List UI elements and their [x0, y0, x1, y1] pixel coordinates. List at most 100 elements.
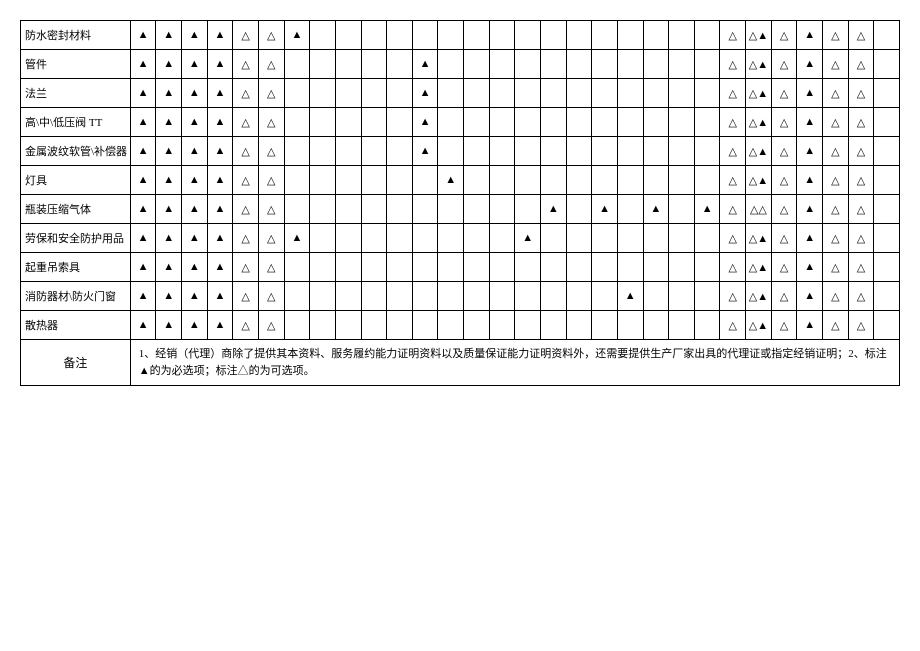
- mark-cell: ▲: [438, 166, 464, 195]
- mark-cell: [284, 311, 310, 340]
- mark-cell: [566, 224, 592, 253]
- mark-cell: △▲: [746, 21, 772, 50]
- mark-cell: △: [720, 108, 746, 137]
- mark-cell: [566, 108, 592, 137]
- mark-cell: △: [258, 108, 284, 137]
- mark-cell: [489, 108, 515, 137]
- mark-cell: [592, 79, 618, 108]
- remark-row: 备注1、经销（代理）商除了提供其本资料、服务履约能力证明资料以及质量保证能力证明…: [21, 340, 900, 386]
- row-label: 金属波纹软管\补偿器: [21, 137, 131, 166]
- mark-cell: △: [771, 21, 797, 50]
- mark-cell: ▲: [797, 50, 823, 79]
- mark-cell: [669, 282, 695, 311]
- mark-cell: △△: [746, 195, 772, 224]
- mark-cell: [310, 166, 336, 195]
- mark-cell: [566, 282, 592, 311]
- mark-cell: [694, 253, 720, 282]
- mark-cell: [464, 79, 490, 108]
- mark-cell: [464, 195, 490, 224]
- mark-cell: ▲: [797, 224, 823, 253]
- mark-cell: ▲: [182, 50, 208, 79]
- mark-cell: [284, 195, 310, 224]
- mark-cell: △: [233, 253, 259, 282]
- mark-cell: ▲: [156, 108, 182, 137]
- mark-cell: [617, 224, 643, 253]
- mark-cell: [540, 166, 566, 195]
- mark-cell: △: [823, 282, 849, 311]
- mark-cell: [643, 224, 669, 253]
- mark-cell: [310, 195, 336, 224]
- mark-cell: ▲: [130, 224, 156, 253]
- mark-cell: [464, 21, 490, 50]
- mark-cell: [335, 21, 361, 50]
- row-label: 起重吊索具: [21, 253, 131, 282]
- mark-cell: △: [258, 282, 284, 311]
- mark-cell: [310, 21, 336, 50]
- mark-cell: [515, 50, 541, 79]
- mark-cell: [387, 282, 413, 311]
- mark-cell: ▲: [182, 224, 208, 253]
- mark-cell: [515, 79, 541, 108]
- mark-cell: [643, 137, 669, 166]
- mark-cell: △: [720, 224, 746, 253]
- mark-cell: ▲: [207, 108, 233, 137]
- mark-cell: [669, 166, 695, 195]
- row-label: 高\中\低压阀 TT: [21, 108, 131, 137]
- mark-cell: [361, 108, 387, 137]
- mark-cell: [361, 21, 387, 50]
- mark-cell: [335, 166, 361, 195]
- mark-cell: [617, 253, 643, 282]
- mark-cell: △: [720, 311, 746, 340]
- mark-cell: [540, 108, 566, 137]
- mark-cell: △: [233, 108, 259, 137]
- mark-cell: △: [848, 108, 874, 137]
- mark-cell: [694, 50, 720, 79]
- mark-cell: [412, 166, 438, 195]
- mark-cell: [874, 195, 900, 224]
- row-label: 消防器材\防火门窗: [21, 282, 131, 311]
- mark-cell: [310, 137, 336, 166]
- mark-cell: [284, 282, 310, 311]
- mark-cell: [643, 50, 669, 79]
- remark-text: 1、经销（代理）商除了提供其本资料、服务履约能力证明资料以及质量保证能力证明资料…: [130, 340, 899, 386]
- mark-cell: [310, 282, 336, 311]
- mark-cell: [361, 253, 387, 282]
- mark-cell: [643, 282, 669, 311]
- mark-cell: ▲: [207, 166, 233, 195]
- mark-cell: [669, 137, 695, 166]
- mark-cell: ▲: [207, 137, 233, 166]
- mark-cell: [284, 166, 310, 195]
- mark-cell: [335, 195, 361, 224]
- mark-cell: [643, 253, 669, 282]
- mark-cell: [515, 195, 541, 224]
- mark-cell: △: [720, 137, 746, 166]
- table-row: 散热器▲▲▲▲△△△△▲△▲△△: [21, 311, 900, 340]
- mark-cell: ▲: [207, 253, 233, 282]
- mark-cell: △: [720, 253, 746, 282]
- mark-cell: △: [258, 224, 284, 253]
- mark-cell: [874, 79, 900, 108]
- mark-cell: △: [848, 79, 874, 108]
- mark-cell: ▲: [130, 195, 156, 224]
- mark-cell: [540, 50, 566, 79]
- mark-cell: △: [848, 253, 874, 282]
- mark-cell: △: [258, 195, 284, 224]
- mark-cell: [489, 79, 515, 108]
- mark-cell: △: [848, 195, 874, 224]
- mark-cell: [464, 137, 490, 166]
- mark-cell: ▲: [156, 282, 182, 311]
- mark-cell: △: [720, 50, 746, 79]
- mark-cell: △: [720, 79, 746, 108]
- mark-cell: △: [233, 224, 259, 253]
- mark-cell: [464, 253, 490, 282]
- mark-cell: [438, 50, 464, 79]
- mark-cell: ▲: [156, 137, 182, 166]
- mark-cell: ▲: [207, 195, 233, 224]
- table-row: 金属波纹软管\补偿器▲▲▲▲△△▲△△▲△▲△△: [21, 137, 900, 166]
- mark-cell: △: [720, 166, 746, 195]
- mark-cell: △: [233, 166, 259, 195]
- mark-cell: [335, 137, 361, 166]
- mark-cell: [361, 79, 387, 108]
- mark-cell: △▲: [746, 311, 772, 340]
- mark-cell: ▲: [412, 108, 438, 137]
